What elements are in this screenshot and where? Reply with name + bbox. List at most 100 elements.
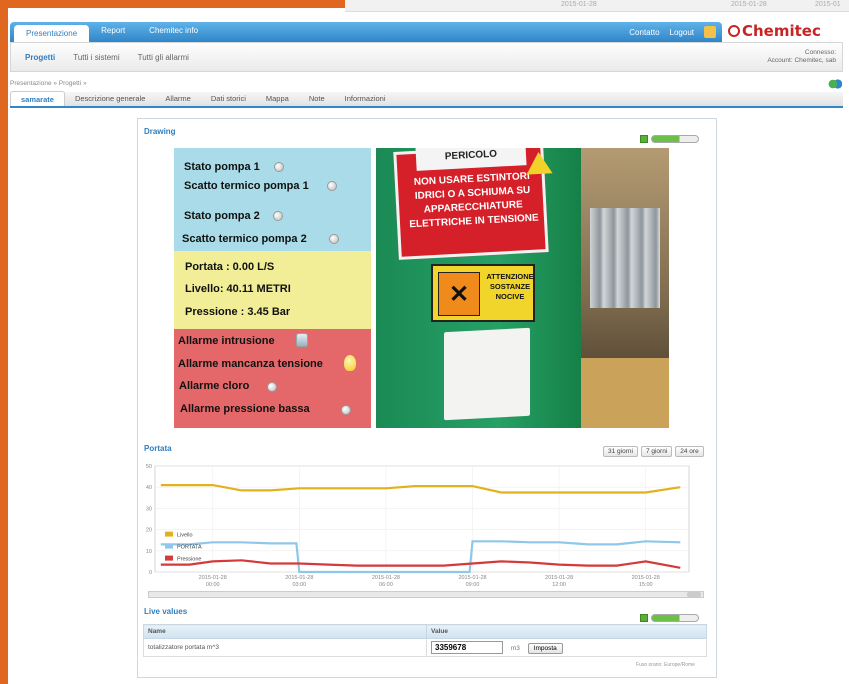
x-tick-time: 06:00 <box>379 582 393 588</box>
alarm-chlorine-indicator-icon <box>267 382 277 392</box>
range-31-days-button[interactable]: 31 giorni <box>603 446 638 457</box>
range-7-days-button[interactable]: 7 giorni <box>640 446 673 457</box>
drawing-title: Drawing <box>144 127 176 136</box>
tab-mappa[interactable]: Mappa <box>256 94 299 106</box>
imposta-button[interactable]: Imposta <box>527 643 563 654</box>
breadcrumb[interactable]: Presentazione » Progetti » <box>10 80 87 87</box>
tab-allarme[interactable]: Allarme <box>155 94 200 106</box>
bg-date-3: 2015-01 <box>815 1 841 8</box>
logo-ring-icon <box>728 25 740 37</box>
x-tick-date: 2015-01-28 <box>545 575 573 581</box>
checkbox-icon[interactable] <box>640 135 648 143</box>
table-header-row: Name Value <box>143 624 707 639</box>
alarm-chlorine-label: Allarme cloro <box>179 380 250 392</box>
lock-icon <box>296 333 308 347</box>
pressione-value: Pressione : 3.45 Bar <box>185 306 291 318</box>
pump-status-block: Stato pompa 1 Scatto termico pompa 1 Sta… <box>174 148 371 251</box>
live-values-title: Live values <box>144 607 188 616</box>
subnav-tutti-i-sistemi[interactable]: Tutti i sistemi <box>67 51 125 64</box>
pump2-status-indicator-icon <box>273 211 283 221</box>
subnav-tutti-gli-allarmi[interactable]: Tutti gli allarmi <box>132 51 195 64</box>
y-tick-label: 10 <box>146 549 152 555</box>
x-tick-time: 09:00 <box>466 582 480 588</box>
account-info: Connesso: Account: Chemitec, sab <box>767 49 836 65</box>
portata-title: Portata <box>144 444 172 453</box>
legend-swatch-portata <box>165 543 173 549</box>
checkbox-icon[interactable] <box>640 614 648 622</box>
row-name-cell: totalizzatore portata m^3 <box>143 638 427 657</box>
row-value-cell: m3 Imposta <box>426 638 707 657</box>
pump1-status-label: Stato pompa 1 <box>184 161 260 173</box>
x-tick-date: 2015-01-28 <box>372 575 400 581</box>
tab-chemitec-info[interactable]: Chemitec info <box>137 25 210 42</box>
tab-informazioni[interactable]: Informazioni <box>335 94 396 106</box>
live-values-toggle[interactable] <box>640 612 702 624</box>
sub-navigation: Progetti Tutti i sistemi Tutti gli allar… <box>10 42 843 72</box>
bg-date-1: 2015-01-28 <box>561 1 597 8</box>
logout-link[interactable]: Logout <box>670 28 694 37</box>
toggle-slider[interactable] <box>651 614 699 622</box>
y-tick-label: 30 <box>146 506 152 512</box>
drawing-toggle[interactable] <box>640 133 702 145</box>
hazard-sign-text: ATTENZIONE SOSTANZE NOCIVE <box>486 272 534 301</box>
y-tick-label: 40 <box>146 485 152 491</box>
floor <box>581 358 669 428</box>
table-row: totalizzatore portata m^3 m3 Imposta <box>143 638 707 657</box>
portata-chart: 504030201002015-01-2800:002015-01-2803:0… <box>146 464 690 588</box>
x-tick-time: 15:00 <box>639 582 653 588</box>
app-window: 2015-01-28 2015-01-28 2015-01 Presentazi… <box>0 0 849 684</box>
danger-sign-text: NON USARE ESTINTORI IDRICI O A SCHIUMA S… <box>409 170 539 231</box>
x-tick-time: 03:00 <box>292 582 306 588</box>
top-right-links: Contatto Logout <box>629 26 716 38</box>
hazard-sign: ✕ ATTENZIONE SOSTANZE NOCIVE <box>431 264 535 322</box>
white-panel <box>444 327 530 421</box>
chemitec-logo[interactable]: Chemitec <box>728 18 843 44</box>
y-tick-label: 20 <box>146 528 152 534</box>
contatto-link[interactable]: Contatto <box>629 28 659 37</box>
tab-dati-storici[interactable]: Dati storici <box>201 94 256 106</box>
livello-value: Livello: 40.11 METRI <box>185 283 291 295</box>
user-icon[interactable] <box>704 26 716 38</box>
tab-report[interactable]: Report <box>89 25 137 42</box>
legend-label-pressione: Pressione <box>177 557 201 563</box>
measures-block: Portata : 0.00 L/S Livello: 40.11 METRI … <box>174 251 371 329</box>
legend-swatch-pressione <box>165 555 173 561</box>
x-tick-date: 2015-01-28 <box>285 575 313 581</box>
station-photo: NON USARE ESTINTORI IDRICI O A SCHIUMA S… <box>376 148 669 428</box>
tab-samarate[interactable]: samarate <box>10 91 65 106</box>
account-label: Account: Chemitec, sab <box>767 57 836 64</box>
pump2-status-label: Stato pompa 2 <box>184 210 260 222</box>
col-name-header: Name <box>143 624 427 639</box>
x-tick-time: 00:00 <box>206 582 220 588</box>
range-buttons: 31 giorni 7 giorni 24 ore <box>603 446 704 457</box>
lightbulb-icon <box>344 355 356 371</box>
value-input[interactable] <box>431 641 503 654</box>
bg-date-2: 2015-01-28 <box>731 1 767 8</box>
frame-top-edge <box>0 0 345 8</box>
plot-area <box>154 465 690 573</box>
x-tick-date: 2015-01-28 <box>199 575 227 581</box>
timezone-footnote: Fuso orario: Europe/Rome <box>636 662 695 668</box>
tab-presentazione[interactable]: Presentazione <box>14 25 90 42</box>
settings-icon[interactable] <box>828 79 842 89</box>
legend-label-livello: Livello <box>177 533 193 539</box>
background-window-strip: 2015-01-28 2015-01-28 2015-01 <box>345 0 849 12</box>
pipes <box>590 208 660 308</box>
scroll-thumb[interactable] <box>687 592 701 597</box>
tab-descrizione-generale[interactable]: Descrizione generale <box>65 94 155 106</box>
pump1-thermal-indicator-icon <box>327 181 337 191</box>
live-values-table: Name Value totalizzatore portata m^3 m3 … <box>143 624 707 657</box>
alarm-power-label: Allarme mancanza tensione <box>178 358 323 370</box>
toggle-slider[interactable] <box>651 135 699 143</box>
range-24-hours-button[interactable]: 24 ore <box>675 446 704 457</box>
x-tick-time: 12:00 <box>552 582 566 588</box>
alarm-pressure-label: Allarme pressione bassa <box>180 403 310 415</box>
alarm-intrusion-label: Allarme intrusione <box>178 335 275 347</box>
warning-triangle-icon <box>525 151 553 175</box>
x-tick-date: 2015-01-28 <box>458 575 486 581</box>
y-tick-label: 50 <box>146 464 152 470</box>
subnav-progetti[interactable]: Progetti <box>19 51 61 64</box>
unit-label: m3 <box>510 645 520 652</box>
chart-scrollbar[interactable] <box>148 591 704 598</box>
tab-note[interactable]: Note <box>299 94 335 106</box>
